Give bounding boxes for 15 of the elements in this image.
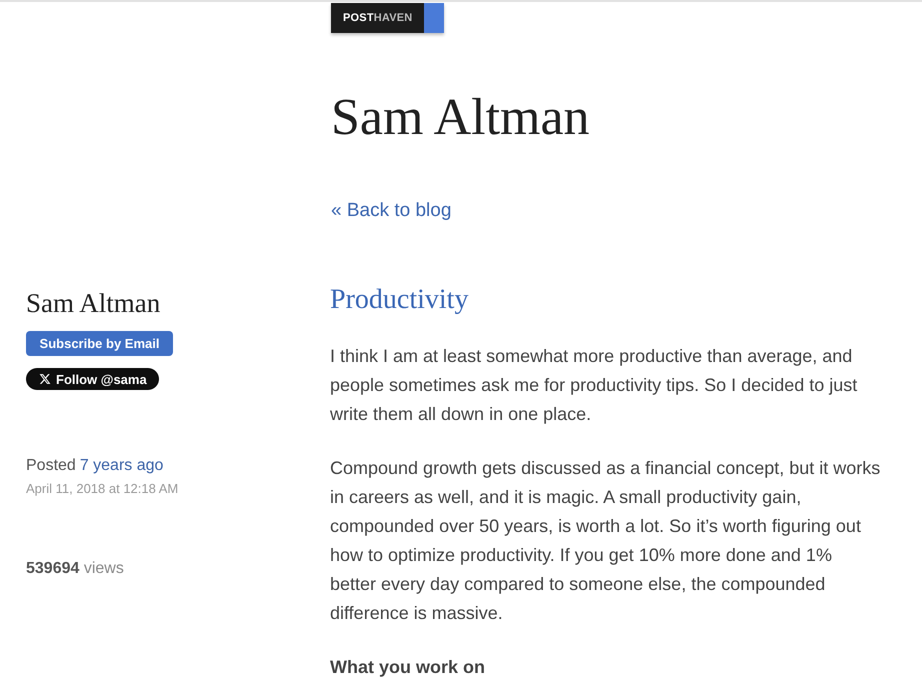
post-title: Productivity [330, 283, 468, 317]
post-date: April 11, 2018 at 12:18 AM [26, 480, 178, 498]
subscribe-button[interactable]: Subscribe by Email [26, 331, 173, 356]
x-logo-icon [39, 373, 51, 385]
posted-label: Posted [26, 456, 76, 476]
follow-button[interactable]: Follow @sama [26, 368, 159, 390]
author-name: Sam Altman [26, 287, 160, 319]
view-count: 539694 views [26, 559, 124, 579]
body-paragraph: Compound growth gets discussed as a financial concept, but it works in careers as well, and it is magic. A small productivity gain, compounded over 50 years, is worth a lot. So it’s worth figuring out how to optimize productivity. If you get 10% more done and 1% better every day compared to someone else, the compounded difference is massive. [330, 457, 882, 625]
section-heading: What you work on [330, 656, 485, 679]
posthaven-badge[interactable]: POSTHAVEN [331, 3, 444, 33]
body-paragraph: I think I am at least somewhat more productive than average, and people sometimes ask me for productivity tips. So I decided to just write them all down in one place. [330, 345, 858, 426]
post-age-link[interactable]: 7 years ago [80, 455, 164, 477]
site-title: Sam Altman [331, 88, 590, 148]
back-to-blog-link[interactable]: « Back to blog [331, 199, 452, 223]
